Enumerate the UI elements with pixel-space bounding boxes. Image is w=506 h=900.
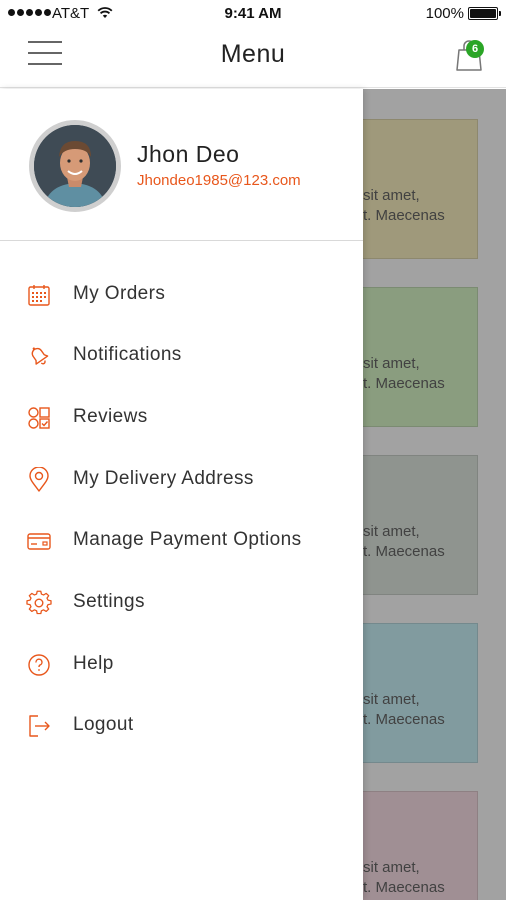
credit-card-icon (27, 533, 51, 550)
logout-icon (29, 715, 50, 737)
menu-item-label: Logout (73, 714, 134, 735)
menu-item-label: Manage Payment Options (73, 529, 302, 550)
menu-item-label: Help (73, 653, 114, 674)
battery-icon (468, 7, 501, 20)
menu-item-my-orders[interactable]: My Orders (0, 269, 363, 319)
menu-item-payment-options[interactable]: Manage Payment Options (0, 515, 363, 565)
menu-item-label: My Delivery Address (73, 468, 254, 489)
user-email[interactable]: Jhondeo1985@123.com (137, 172, 301, 189)
cart-count-badge: 6 (466, 40, 484, 58)
gear-icon (26, 590, 52, 615)
status-bar: AT&T 9:41 AM 100% (0, 0, 506, 28)
profile-header: Jhon Deo Jhondeo1985@123.com (0, 89, 363, 241)
menu-item-notifications[interactable]: Notifications (0, 330, 363, 380)
location-pin-icon (29, 467, 49, 492)
reviews-icon (28, 407, 50, 429)
user-name: Jhon Deo (137, 141, 240, 167)
menu-item-label: My Orders (73, 283, 166, 304)
menu-item-settings[interactable]: Settings (0, 577, 363, 627)
side-drawer: Jhon Deo Jhondeo1985@123.com My Orders N… (0, 89, 363, 900)
calendar-icon (28, 285, 50, 306)
menu-item-logout[interactable]: Logout (0, 700, 363, 750)
menu-item-label: Reviews (73, 406, 148, 427)
avatar[interactable] (29, 120, 121, 212)
help-icon (28, 654, 50, 676)
bell-icon (31, 347, 49, 365)
menu-item-label: Notifications (73, 344, 182, 365)
menu-item-delivery-address[interactable]: My Delivery Address (0, 454, 363, 504)
menu-item-reviews[interactable]: Reviews (0, 392, 363, 442)
menu-item-help[interactable]: Help (0, 639, 363, 689)
page-title: Menu (220, 40, 286, 68)
menu-item-label: Settings (73, 591, 145, 612)
battery-percentage: 100% (425, 5, 464, 22)
user-photo-icon (34, 125, 116, 207)
nav-bar: Menu 6 (0, 28, 506, 88)
